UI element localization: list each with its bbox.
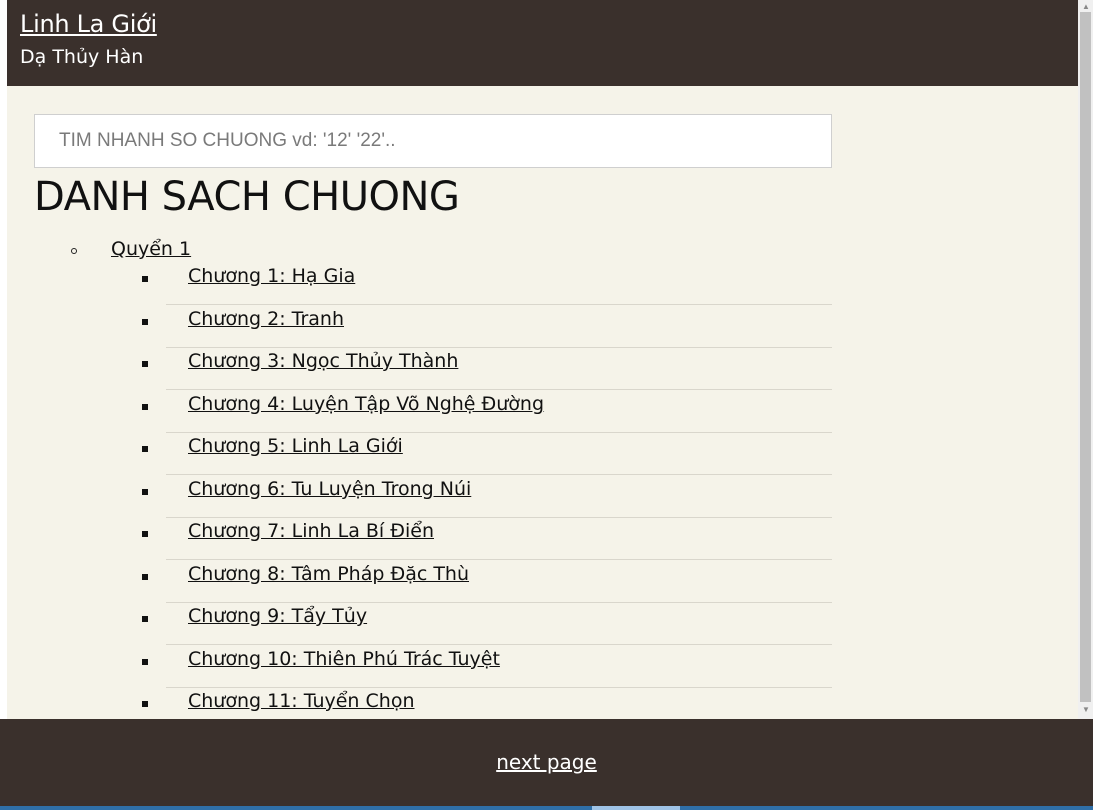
chapter-link[interactable]: Chương 2: Tranh — [188, 308, 344, 330]
scroll-down-arrow-icon[interactable]: ▼ — [1082, 705, 1090, 714]
chapter-item: Chương 1: Hạ Gia — [142, 262, 832, 305]
square-bullet-icon — [142, 404, 148, 410]
chapter-link[interactable]: Chương 1: Hạ Gia — [188, 265, 355, 287]
next-page-link[interactable]: next page — [0, 750, 1093, 774]
square-bullet-icon — [142, 701, 148, 707]
chapter-item: Chương 10: Thiên Phú Trác Tuyệt — [142, 645, 832, 688]
chapter-link[interactable]: Chương 10: Thiên Phú Trác Tuyệt — [188, 648, 500, 670]
story-title-link[interactable]: Linh La Giới — [20, 10, 157, 38]
chapter-item: Chương 8: Tâm Pháp Đặc Thù — [142, 560, 832, 603]
square-bullet-icon — [142, 489, 148, 495]
square-bullet-icon — [142, 276, 148, 282]
chapter-link[interactable]: Chương 4: Luyện Tập Võ Nghệ Đường — [188, 393, 544, 415]
circle-bullet-icon — [71, 248, 77, 254]
chapter-item: Chương 2: Tranh — [142, 305, 832, 348]
chapter-link[interactable]: Chương 5: Linh La Giới — [188, 435, 403, 457]
chapter-search-input[interactable] — [34, 114, 832, 168]
chapter-item: Chương 4: Luyện Tập Võ Nghệ Đường — [142, 390, 832, 433]
square-bullet-icon — [142, 616, 148, 622]
header: Linh La Giới Dạ Thủy Hàn — [7, 0, 1078, 86]
chapter-list-heading: DANH SACH CHUONG — [34, 174, 460, 220]
square-bullet-icon — [142, 659, 148, 665]
scrollbar-thumb[interactable] — [1080, 12, 1091, 702]
chapter-link[interactable]: Chương 7: Linh La Bí Điển — [188, 520, 434, 542]
chapter-link[interactable]: Chương 8: Tâm Pháp Đặc Thù — [188, 563, 469, 585]
vertical-scrollbar[interactable]: ▲ ▼ — [1078, 0, 1093, 719]
chapter-link[interactable]: Chương 9: Tẩy Tủy — [188, 605, 367, 627]
taskbar-active-tab[interactable] — [592, 806, 680, 810]
square-bullet-icon — [142, 319, 148, 325]
chapter-item: Chương 5: Linh La Giới — [142, 432, 832, 475]
footer-bar: next page — [0, 719, 1093, 806]
volume-link[interactable]: Quyển 1 — [111, 238, 191, 260]
chapter-link[interactable]: Chương 11: Tuyển Chọn — [188, 690, 415, 712]
chapter-item: Chương 3: Ngọc Thủy Thành — [142, 347, 832, 390]
chapter-link[interactable]: Chương 6: Tu Luyện Trong Núi — [188, 478, 471, 500]
square-bullet-icon — [142, 531, 148, 537]
square-bullet-icon — [142, 446, 148, 452]
page: Linh La Giới Dạ Thủy Hàn DANH SACH CHUON… — [7, 0, 1078, 810]
chapter-item: Chương 9: Tẩy Tủy — [142, 602, 832, 645]
square-bullet-icon — [142, 574, 148, 580]
square-bullet-icon — [142, 361, 148, 367]
scroll-up-arrow-icon[interactable]: ▲ — [1082, 2, 1090, 11]
taskbar-strip — [0, 806, 1093, 810]
chapter-link[interactable]: Chương 3: Ngọc Thủy Thành — [188, 350, 458, 372]
author-name: Dạ Thủy Hàn — [20, 46, 144, 68]
chapter-item: Chương 6: Tu Luyện Trong Núi — [142, 475, 832, 518]
chapter-item: Chương 7: Linh La Bí Điển — [142, 517, 832, 560]
